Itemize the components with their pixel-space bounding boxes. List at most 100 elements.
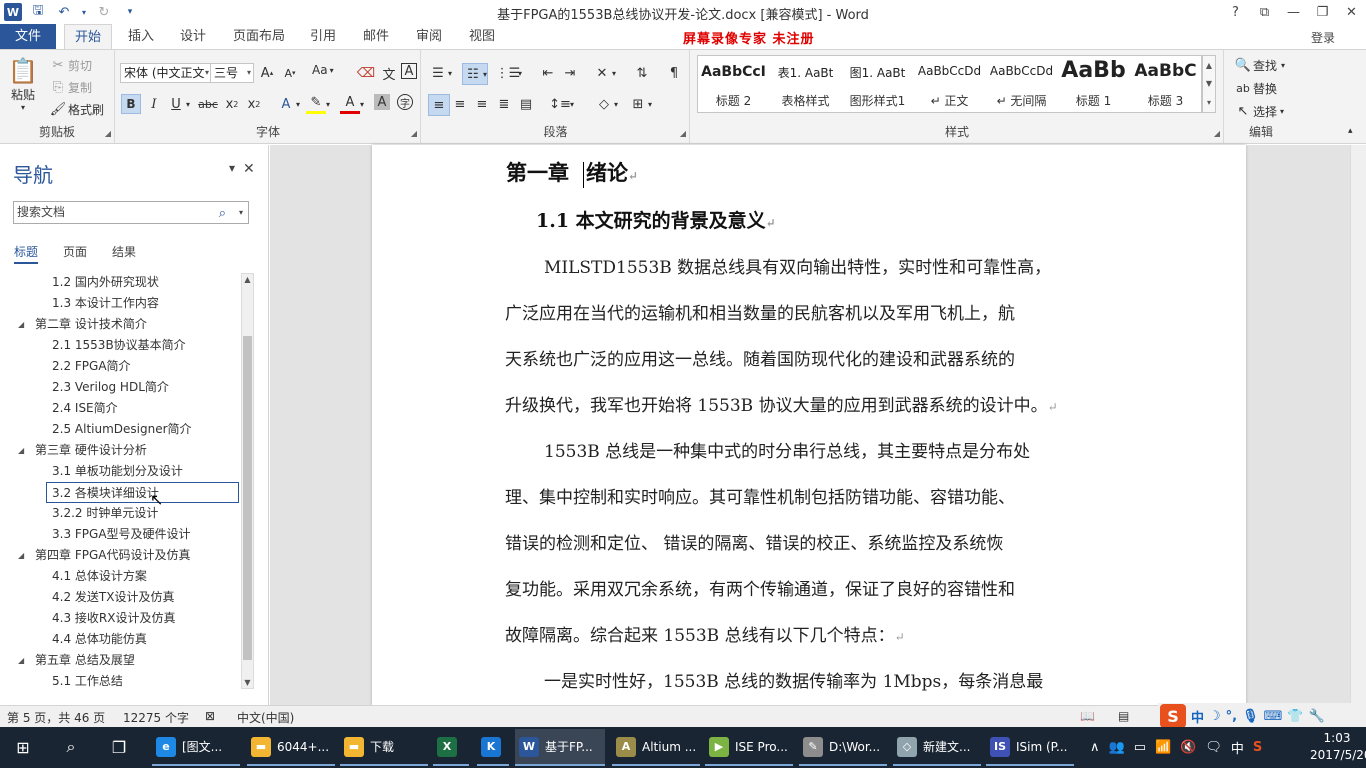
font-name-combo[interactable]: 宋体 (中文正文 ▾ (120, 63, 212, 83)
find-button[interactable]: 🔍 查找 ▾ (1233, 55, 1285, 75)
tab-pages[interactable]: 页面 (63, 243, 87, 260)
sogou-tray-icon[interactable]: S (1253, 740, 1262, 755)
align-left-button[interactable]: ≡ (428, 94, 450, 116)
multilevel-list-button[interactable]: ⋮☰ ▾ (496, 63, 522, 83)
decrease-indent-button[interactable]: ⇤ (538, 63, 558, 83)
collapse-ribbon-icon[interactable]: ▴ (1348, 126, 1353, 136)
outline-item[interactable]: ◢ 第五章 总结及展望 (0, 650, 240, 671)
styles-launcher-icon[interactable]: ◢ (1214, 129, 1220, 138)
tab-insert[interactable]: 插入 (120, 24, 162, 49)
proofing-icon[interactable]: ⊠ (205, 709, 215, 723)
clipboard-launcher-icon[interactable]: ◢ (105, 129, 111, 138)
outline-item[interactable]: 2.1 1553B协议基本简介 (0, 335, 240, 356)
taskbar-app[interactable]: X (433, 729, 469, 766)
highlight-button[interactable]: ✎ ▾ (306, 94, 330, 114)
text-effects-button[interactable]: A ▾ (276, 94, 300, 114)
distributed-button[interactable]: ▤ (516, 94, 536, 114)
numbering-button[interactable]: ☷ ▾ (462, 63, 489, 85)
clock[interactable]: 1:03 2017/5/20 (1310, 730, 1366, 764)
italic-button[interactable]: I (144, 94, 164, 114)
shading-button[interactable]: ◇ ▾ (594, 94, 618, 114)
font-size-combo[interactable]: 三号 ▾ (210, 63, 254, 83)
ime-indicator[interactable]: 中 (1231, 738, 1244, 757)
battery-icon[interactable]: ▭ (1134, 740, 1146, 755)
minimize-icon[interactable]: — (1279, 0, 1308, 24)
styles-gallery-scroll[interactable]: ▲ ▼ ▾ (1202, 55, 1216, 113)
phonetic-guide-button[interactable]: 文 (379, 63, 399, 83)
grow-font-button[interactable]: A ▴ (257, 63, 277, 83)
read-mode-icon[interactable]: 📖 (1080, 709, 1095, 723)
bold-button[interactable]: B (121, 94, 141, 114)
restore-icon[interactable]: ❐ (1308, 0, 1337, 24)
style-heading-1[interactable]: AaBb 标题 1 (1058, 56, 1129, 112)
taskbar-app[interactable]: ▬ 6044+... (247, 729, 335, 766)
cut-button[interactable]: ✂ 剪切 (48, 55, 92, 75)
change-case-button[interactable]: Aa ▾ (312, 63, 334, 77)
style-figure[interactable]: 图1. AaBt 图形样式1 (842, 56, 913, 112)
ime-keyboard-icon[interactable]: ⌨ (1264, 709, 1283, 724)
nav-scrollbar[interactable]: ▲ ▼ (241, 273, 254, 689)
scroll-up-icon[interactable]: ▲ (242, 275, 253, 284)
collapse-triangle-icon[interactable]: ◢ (18, 314, 24, 335)
tab-results[interactable]: 结果 (112, 243, 136, 260)
sogou-logo-icon[interactable]: S (1160, 704, 1186, 728)
pane-options-icon[interactable]: ▾ (229, 161, 235, 177)
tab-mailings[interactable]: 邮件 (355, 24, 397, 49)
format-painter-button[interactable]: 🖌 格式刷 (48, 99, 104, 119)
notification-icon[interactable]: 🗨 (1205, 740, 1222, 755)
language-indicator[interactable]: 中文(中国) (237, 709, 294, 726)
outline-item[interactable]: 1.2 国内外研究现状 (0, 272, 240, 293)
chevron-up-icon[interactable]: ▲ (1206, 61, 1212, 70)
search-input[interactable]: 搜索文档 ⌕ ▾ (13, 201, 249, 224)
select-button[interactable]: ↖ 选择 ▾ (1233, 101, 1284, 121)
ime-punctuation-icon[interactable]: °, (1226, 709, 1237, 724)
word-count[interactable]: 12275 个字 (123, 709, 189, 726)
help-button[interactable]: ? (1221, 0, 1250, 24)
taskbar-app[interactable]: K (477, 729, 509, 766)
borders-button[interactable]: ⊞ ▾ (628, 94, 652, 114)
bullets-button[interactable]: ☰ ▾ (428, 63, 452, 83)
line-spacing-button[interactable]: ↕≡ ▾ (549, 94, 574, 114)
ribbon-display-options-icon[interactable]: ⧉ (1250, 0, 1279, 24)
ime-tools-icon[interactable]: 🔧 (1309, 709, 1325, 724)
document-scrollbar[interactable] (1350, 145, 1366, 705)
character-shading-button[interactable]: A (374, 94, 390, 110)
style-no-spacing[interactable]: AaBbCcDd ↵ 无间隔 (986, 56, 1057, 112)
style-heading-3[interactable]: AaBbC 标题 3 (1130, 56, 1201, 112)
taskbar-app[interactable]: e [图文... (152, 729, 240, 766)
copy-button[interactable]: ⎘ 复制 (48, 77, 92, 97)
collapse-triangle-icon[interactable]: ◢ (18, 650, 24, 671)
more-styles-icon[interactable]: ▾ (1207, 98, 1211, 107)
style-heading-2[interactable]: AaBbCcI 标题 2 (698, 56, 769, 112)
outline-item[interactable]: 2.5 AltiumDesigner简介 (0, 419, 240, 440)
outline-item[interactable]: 2.4 ISE简介 (0, 398, 240, 419)
page-count[interactable]: 第 5 页，共 46 页 (7, 709, 105, 726)
outline-item[interactable]: 1.3 本设计工作内容 (0, 293, 240, 314)
paragraph-launcher-icon[interactable]: ◢ (680, 129, 686, 138)
task-view-icon[interactable]: ❐ (106, 734, 132, 760)
tab-headings[interactable]: 标题 (14, 243, 39, 264)
outline-item[interactable]: 3.3 FPGA型号及硬件设计 (0, 524, 240, 545)
collapse-triangle-icon[interactable]: ◢ (18, 545, 24, 566)
outline-item[interactable]: 4.2 发送TX设计及仿真 (0, 587, 240, 608)
font-color-button[interactable]: A ▾ (340, 94, 364, 114)
tab-references[interactable]: 引用 (302, 24, 344, 49)
tab-page-layout[interactable]: 页面布局 (228, 24, 290, 49)
taskbar-app[interactable]: ✎ D:\Wor... (799, 729, 887, 766)
replace-button[interactable]: ab 替换 (1233, 78, 1277, 98)
outline-item[interactable]: 2.3 Verilog HDL简介 (0, 377, 240, 398)
people-icon[interactable]: 👥 (1109, 740, 1125, 755)
search-icon[interactable]: ⌕ (219, 203, 226, 224)
search-icon[interactable]: ⌕ (58, 734, 84, 760)
style-table[interactable]: 表1. AaBt 表格样式 (770, 56, 841, 112)
paste-button[interactable]: 📋 粘贴 ▾ (8, 56, 38, 112)
clear-formatting-button[interactable]: ⌫ (356, 63, 376, 83)
collapse-triangle-icon[interactable]: ◢ (18, 440, 24, 461)
enclose-characters-button[interactable]: 字 (397, 94, 413, 110)
login-link[interactable]: 登录 (1311, 29, 1335, 46)
search-options-icon[interactable]: ▾ (239, 202, 243, 223)
outline-item[interactable]: ◢ 第二章 设计技术简介 (0, 314, 240, 335)
outline-item[interactable]: 5.1 工作总结 (0, 671, 240, 690)
outline-item[interactable]: 3.2.2 时钟单元设计 (0, 503, 240, 524)
outline-item[interactable]: 3.2 各模块详细设计 (46, 482, 239, 503)
